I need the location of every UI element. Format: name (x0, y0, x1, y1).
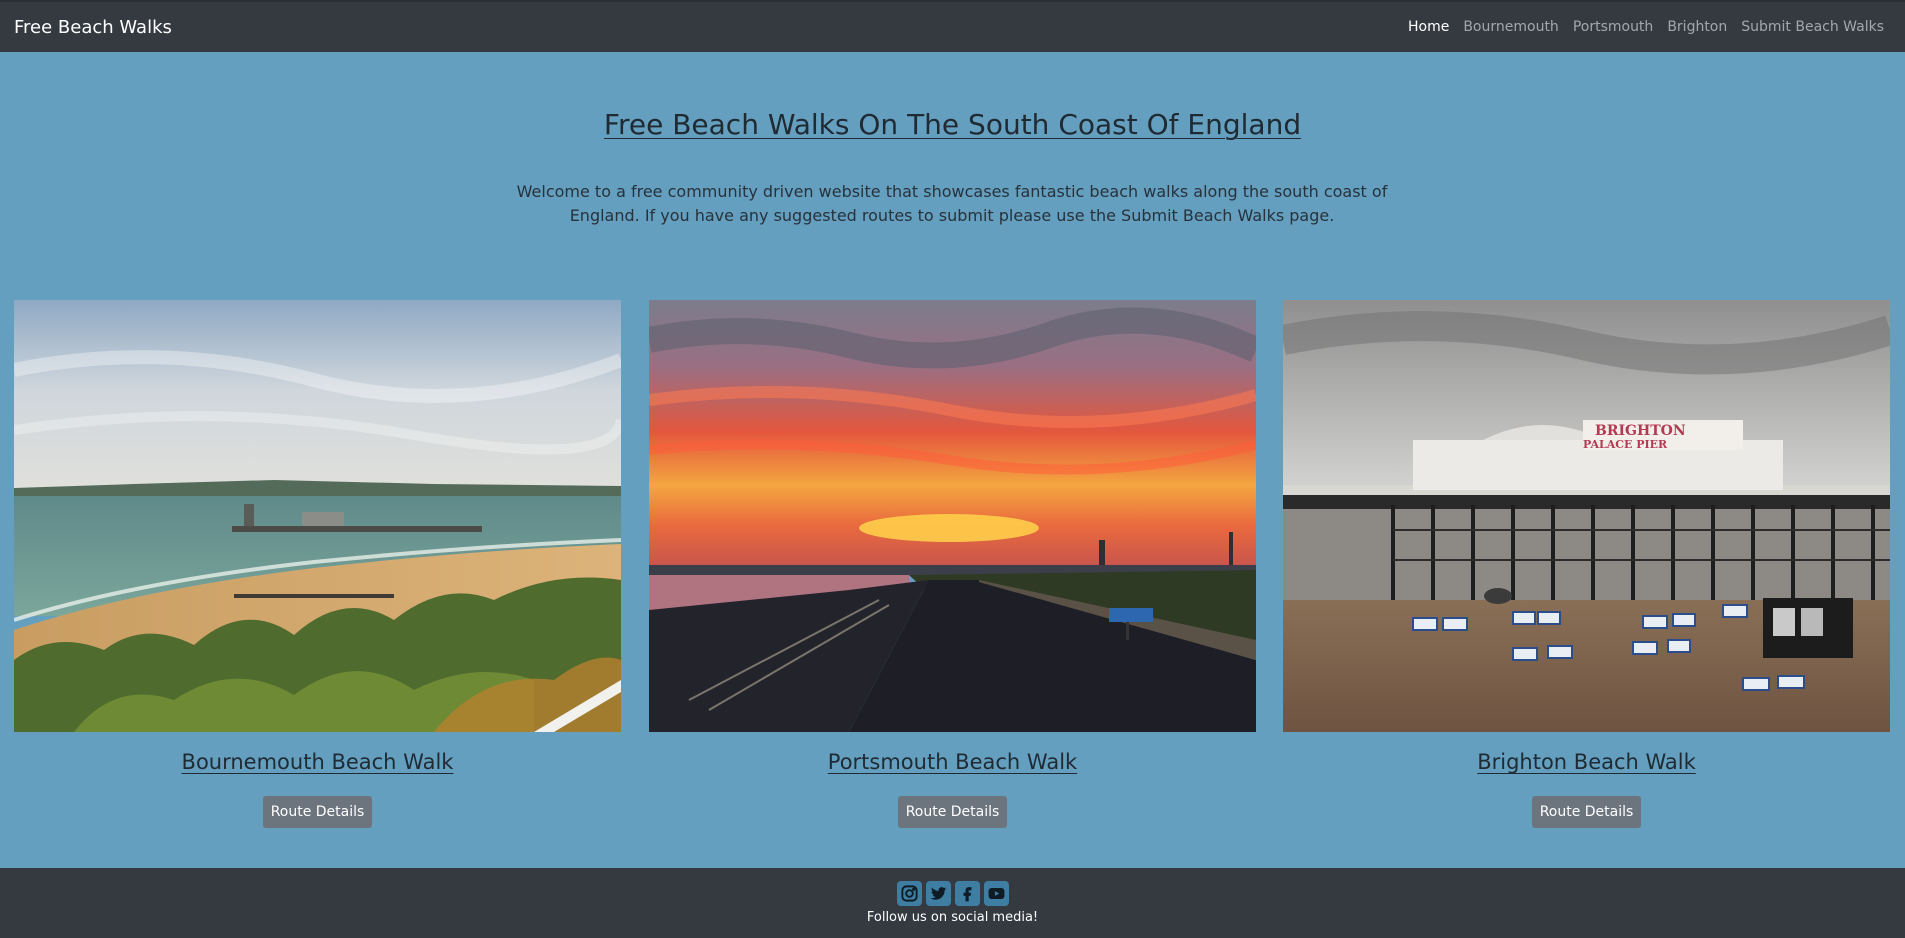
nav-link-bournemouth[interactable]: Bournemouth (1456, 19, 1565, 35)
card-title-bournemouth[interactable]: Bournemouth Beach Walk (182, 750, 454, 774)
route-details-button-bournemouth[interactable]: Route Details (263, 796, 372, 828)
facebook-icon[interactable] (954, 881, 980, 906)
card-brighton: BRIGHTON PALACE PIER Brighton Beach Walk… (1283, 300, 1890, 828)
nav-link-home[interactable]: Home (1401, 19, 1456, 35)
card-title-portsmouth[interactable]: Portsmouth Beach Walk (828, 750, 1077, 774)
social-links (0, 881, 1905, 906)
twitter-icon[interactable] (925, 881, 951, 906)
route-details-button-portsmouth[interactable]: Route Details (898, 796, 1007, 828)
footer: Follow us on social media! (0, 868, 1905, 938)
top-navbar: Free Beach Walks Home Bournemouth Portsm… (0, 0, 1905, 52)
footer-follow-text: Follow us on social media! (866, 910, 1039, 925)
nav-link-submit-beach-walks[interactable]: Submit Beach Walks (1734, 19, 1891, 35)
card-title-brighton[interactable]: Brighton Beach Walk (1477, 750, 1696, 774)
instagram-icon[interactable] (896, 881, 922, 906)
bournemouth-beach-image (14, 300, 621, 732)
intro-paragraph: Welcome to a free community driven websi… (516, 182, 1388, 225)
svg-text:BRIGHTON: BRIGHTON (1595, 423, 1686, 439)
card-bournemouth: Bournemouth Beach Walk Route Details (14, 300, 621, 828)
card-portsmouth: Portsmouth Beach Walk Route Details (649, 300, 1256, 828)
youtube-icon[interactable] (983, 881, 1009, 906)
brand-link[interactable]: Free Beach Walks (14, 17, 172, 38)
route-details-button-brighton[interactable]: Route Details (1532, 796, 1641, 828)
nav-link-brighton[interactable]: Brighton (1660, 19, 1734, 35)
brighton-pier-image: BRIGHTON PALACE PIER (1283, 300, 1890, 732)
page-title: Free Beach Walks On The South Coast Of E… (0, 108, 1905, 141)
portsmouth-sunset-image (649, 300, 1256, 732)
page-title-text: Free Beach Walks On The South Coast Of E… (603, 108, 1302, 141)
svg-text:PALACE PIER: PALACE PIER (1583, 438, 1668, 451)
nav-link-portsmouth[interactable]: Portsmouth (1566, 19, 1661, 35)
nav-links: Home Bournemouth Portsmouth Brighton Sub… (1401, 19, 1891, 35)
